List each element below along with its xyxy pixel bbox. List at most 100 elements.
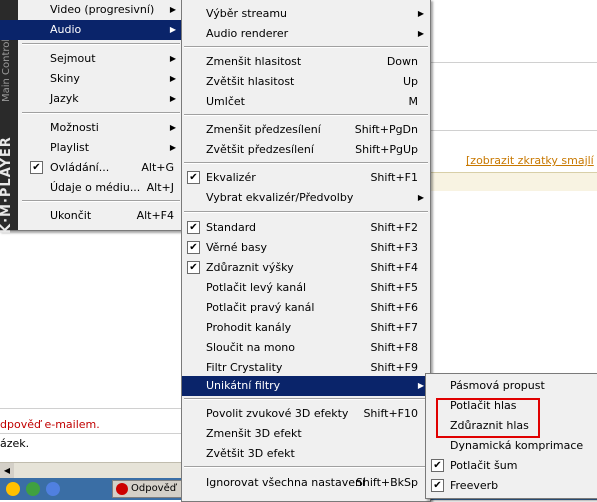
checkmark-icon: ✔ [431, 459, 444, 472]
menu-item-label: Unikátní filtry [206, 379, 281, 392]
main-context-menu: K·M·PLAYER Main Control Video (progresiv… [0, 0, 183, 234]
menu-separator [184, 162, 428, 164]
menu-item-label: Filtr Crystality [206, 361, 283, 374]
menu-item-zmensit-predzesileni[interactable]: Zmenšit předzesílení Shift+PgDn [182, 120, 430, 140]
menu-item-label: Zmenšit předzesílení [206, 123, 321, 136]
annotation-highlight-box [436, 398, 540, 438]
submenu-arrow-icon: ▶ [169, 123, 176, 132]
menu-item-label: Povolit zvukové 3D efekty [206, 407, 349, 420]
shortcut-label: Shift+F10 [363, 407, 418, 420]
menu-item-vyber-streamu[interactable]: Výběr streamu ▶ [182, 4, 430, 24]
menu-item-sejmout[interactable]: Sejmout ▶ [0, 49, 182, 69]
menu-item-label: Ekvalizér [206, 171, 256, 184]
menu-item-zvetsit-3d-efekt[interactable]: Zvětšit 3D efekt [182, 444, 430, 464]
menu-item-zvetsit-hlasitost[interactable]: Zvětšit hlasitost Up [182, 72, 430, 92]
menu-separator [184, 114, 428, 116]
shortcut-label: Shift+PgUp [355, 143, 418, 156]
opera-icon [116, 483, 128, 495]
menu-item-potlacit-levy-kanal[interactable]: Potlačit levý kanál Shift+F5 [182, 278, 430, 298]
scroll-left-arrow[interactable]: ◀ [0, 463, 14, 479]
menu-item-potlacit-pravy-kanal[interactable]: Potlačit pravý kanál Shift+F6 [182, 298, 430, 318]
shortcut-label: Down [386, 55, 418, 68]
shortcut-label: Shift+F9 [370, 361, 418, 374]
menu-item-label: Vybrat ekvalizér/Předvolby [206, 191, 354, 204]
menu-item-audio-renderer[interactable]: Audio renderer ▶ [182, 24, 430, 44]
menu-item-label: Ignorovat všechna nastavení [206, 476, 366, 489]
menu-item-zmensit-3d-efekt[interactable]: Zmenšit 3D efekt [182, 424, 430, 444]
menu-item-label: Potlačit pravý kanál [206, 301, 315, 314]
menu-item-zduraznit-vysky[interactable]: ✔ Zdůraznit výšky Shift+F4 [182, 258, 430, 278]
shortcut-label: Shift+F6 [370, 301, 418, 314]
submenu-arrow-icon: ▶ [417, 193, 424, 202]
menu-item-verne-basy[interactable]: ✔ Věrné basy Shift+F3 [182, 238, 430, 258]
menu-item-moznosti[interactable]: Možnosti ▶ [0, 118, 182, 138]
menu-item-label: Prohodit kanály [206, 321, 292, 334]
menu-item-jazyk[interactable]: Jazyk ▶ [0, 89, 182, 109]
menu-separator [184, 398, 428, 400]
menu-item-label: Pásmová propust [450, 379, 545, 392]
audio-submenu: Výběr streamu ▶ Audio renderer ▶ Zmenšit hla… [181, 0, 431, 502]
checkmark-icon: ✔ [187, 261, 200, 274]
shortcut-label: Shift+BkSp [355, 476, 418, 489]
menu-item-label: Ukončit [50, 209, 92, 222]
submenu-arrow-icon: ▶ [169, 94, 176, 103]
menu-item-playlist[interactable]: Playlist ▶ [0, 138, 182, 158]
menu-separator [22, 43, 180, 45]
menu-item-ukoncit[interactable]: Ukončit Alt+F4 [0, 206, 182, 226]
menu-item-sloucit-na-mono[interactable]: Sloučit na mono Shift+F8 [182, 338, 430, 358]
menu-item-freeverb[interactable]: ✔ Freeverb [426, 476, 597, 496]
menu-item-ekvalizer[interactable]: ✔ Ekvalizér Shift+F1 [182, 168, 430, 188]
checkmark-icon: ✔ [431, 479, 444, 492]
menu-item-label: Věrné basy [206, 241, 267, 254]
taskbar-icon[interactable] [26, 482, 40, 496]
menu-item-label: Zmenšit 3D efekt [206, 427, 302, 440]
menu-item-label: Výběr streamu [206, 7, 288, 20]
menu-separator [22, 200, 180, 202]
menu-item-zvetsit-predzesileni[interactable]: Zvětšit předzesílení Shift+PgUp [182, 140, 430, 160]
shortcut-label: Shift+PgDn [354, 123, 418, 136]
menu-item-vybrat-ekvalizer-predvolby[interactable]: Vybrat ekvalizér/Předvolby ▶ [182, 188, 430, 208]
shortcut-label: Shift+F4 [370, 261, 418, 274]
menu-item-unikatni-filtry[interactable]: Unikátní filtry ▶ [182, 376, 430, 396]
menu-item-label: Playlist [50, 141, 90, 154]
menu-item-pasmova-propust[interactable]: Pásmová propust [426, 376, 597, 396]
submenu-arrow-icon: ▶ [169, 5, 176, 14]
menu-item-label: Sejmout [50, 52, 96, 65]
shortcut-label: Alt+G [141, 161, 174, 174]
menu-item-label: Freeverb [450, 479, 499, 492]
menu-separator [22, 112, 180, 114]
shortcut-label: Shift+F2 [370, 221, 418, 234]
taskbar-button-label: Odpověď [131, 483, 177, 494]
checkmark-icon: ✔ [187, 241, 200, 254]
shortcut-label: Shift+F3 [370, 241, 418, 254]
taskbar-button[interactable]: Odpověď [112, 480, 182, 498]
submenu-arrow-icon: ▶ [417, 9, 424, 18]
submenu-arrow-icon: ▶ [169, 143, 176, 152]
menu-item-povolit-zvukove-3d-efekty[interactable]: Povolit zvukové 3D efekty Shift+F10 [182, 404, 430, 424]
menu-item-dynamicka-komprimace[interactable]: Dynamická komprimace [426, 436, 597, 456]
menu-item-skiny[interactable]: Skiny ▶ [0, 69, 182, 89]
taskbar-icon[interactable] [46, 482, 60, 496]
menu-item-udaje-o-mediu[interactable]: Údaje o médiu... Alt+J [0, 178, 182, 198]
menu-item-label: Zvětšit předzesílení [206, 143, 314, 156]
submenu-arrow-icon: ▶ [169, 74, 176, 83]
menu-item-label: Zmenšit hlasitost [206, 55, 302, 68]
menu-item-prohodit-kanaly[interactable]: Prohodit kanály Shift+F7 [182, 318, 430, 338]
emoticon-shortcuts-link[interactable]: [zobrazit zkratky smajlí [466, 154, 594, 167]
menu-item-zmensit-hlasitost[interactable]: Zmenšit hlasitost Down [182, 52, 430, 72]
menu-item-label: Ovládání... [50, 161, 110, 174]
menu-item-audio[interactable]: Audio ▶ [0, 20, 182, 40]
taskbar-icon[interactable] [6, 482, 20, 496]
menu-item-video-progresivni[interactable]: Video (progresivní) ▶ [0, 0, 182, 20]
menu-item-label: Zvětšit 3D efekt [206, 447, 295, 460]
shortcut-label: Alt+F4 [136, 209, 174, 222]
menu-item-label: Možnosti [50, 121, 99, 134]
checkmark-icon: ✔ [187, 171, 200, 184]
menu-item-umlcet[interactable]: Umlčet M [182, 92, 430, 112]
menu-item-ovladani[interactable]: ✔ Ovládání... Alt+G [0, 158, 182, 178]
menu-item-potlacit-sum[interactable]: ✔ Potlačit šum [426, 456, 597, 476]
menu-item-ignorovat-vsechna-nastaveni[interactable]: Ignorovat všechna nastavení Shift+BkSp [182, 473, 430, 493]
menu-separator [184, 211, 428, 213]
menu-item-standard[interactable]: ✔ Standard Shift+F2 [182, 218, 430, 238]
menu-item-filtr-crystality[interactable]: Filtr Crystality Shift+F9 [182, 358, 430, 378]
